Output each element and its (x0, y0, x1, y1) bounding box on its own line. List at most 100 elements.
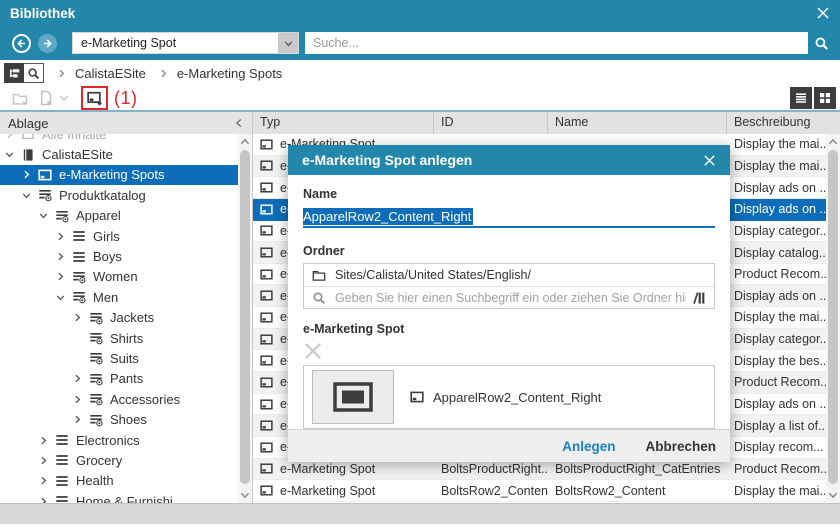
back-button[interactable] (12, 33, 31, 53)
table-row[interactable]: e-Marketing Spot BoltsRow2_Content BoltsRo… (253, 480, 826, 502)
selected-folder-row[interactable]: Sites/Calista/United States/English/ (304, 264, 714, 286)
column-header-id[interactable]: ID (434, 112, 548, 134)
grid-view-button[interactable] (814, 87, 836, 109)
tree-item-suits[interactable]: Suits (0, 348, 238, 368)
cancel-button[interactable]: Abbrechen (645, 439, 716, 454)
collapse-node-icon[interactable] (5, 150, 21, 160)
column-header-typ[interactable]: Typ (253, 112, 434, 134)
grid-view-icon (818, 91, 832, 105)
create-button[interactable]: Anlegen (562, 439, 615, 454)
tree-item-alle-inhalte[interactable]: Alle Inhalte (0, 134, 238, 144)
expand-node-icon[interactable] (73, 374, 89, 384)
tree-item-boys[interactable]: Boys (0, 246, 238, 266)
tree-item-electronics[interactable]: Electronics (0, 430, 238, 450)
content-type-select[interactable]: e-Marketing Spot (72, 32, 299, 54)
tree-item-home-furnishi[interactable]: Home & Furnishi (0, 491, 238, 503)
expand-node-icon[interactable] (39, 455, 55, 465)
forward-button[interactable] (38, 33, 57, 53)
window-title: Bibliothek (10, 5, 76, 21)
status-bar (0, 503, 840, 524)
collapse-node-icon[interactable] (22, 190, 38, 200)
scroll-up-icon[interactable] (828, 137, 838, 147)
tree-item-pants[interactable]: Pants (0, 369, 238, 389)
new-emarketing-spot-button[interactable] (81, 86, 108, 110)
expand-node-icon[interactable] (73, 415, 89, 425)
tree-item-girls[interactable]: Girls (0, 226, 238, 246)
breadcrumb-site[interactable]: CalistaESite (75, 66, 146, 81)
folder-search-input[interactable] (335, 290, 686, 305)
selected-spot-card[interactable]: ApparelRow2_Content_Right (303, 365, 715, 429)
tree-item-produktkatalog[interactable]: Produktkatalog (0, 185, 238, 205)
tree-item-shoes[interactable]: Shoes (0, 409, 238, 429)
spot-name: ApparelRow2_Content_Right (433, 389, 602, 405)
new-folder-button[interactable] (10, 88, 30, 108)
spot-icon (260, 462, 274, 475)
expand-node-icon[interactable] (39, 435, 55, 445)
expand-node-icon[interactable] (56, 231, 72, 241)
browse-folders-icon[interactable] (692, 291, 706, 305)
column-header-name[interactable]: Name (548, 112, 727, 134)
window-close-icon[interactable] (816, 6, 830, 20)
tree-item-e-marketing-spots[interactable]: e-Marketing Spots (0, 164, 238, 186)
search-input[interactable] (305, 32, 808, 54)
spot-icon (260, 484, 274, 497)
tree-item-accessories[interactable]: Accessories (0, 389, 238, 409)
tree-item-jackets[interactable]: Jackets (0, 308, 238, 328)
expand-node-icon[interactable] (5, 134, 21, 139)
catalog-icon (55, 209, 70, 223)
spot-icon (410, 390, 425, 404)
search-icon (814, 36, 829, 51)
dialog-close-icon[interactable] (703, 154, 716, 167)
tree-item-men[interactable]: Men (0, 287, 238, 307)
expand-node-icon[interactable] (56, 272, 72, 282)
sidebar-scrollbar[interactable] (238, 134, 252, 503)
scroll-down-icon[interactable] (828, 490, 838, 500)
expand-node-icon[interactable] (56, 252, 72, 262)
search-view-toggle-button[interactable] (24, 63, 44, 83)
cell-beschreibung: Display ads on ... (734, 180, 826, 195)
screen-icon (333, 382, 373, 412)
tree-item-apparel[interactable]: Apparel (0, 206, 238, 226)
expand-node-icon[interactable] (39, 476, 55, 486)
collapse-node-icon[interactable] (56, 292, 72, 302)
tree-item-label: Health (76, 473, 114, 489)
dialog-footer: Anlegen Abbrechen (288, 429, 730, 462)
tree-item-label: Pants (110, 371, 144, 387)
collapse-node-icon[interactable] (39, 211, 55, 221)
spot-icon (260, 354, 274, 367)
expand-node-icon[interactable] (73, 313, 89, 323)
tree-view-toggle-button[interactable] (4, 63, 24, 83)
remove-selection-icon[interactable] (303, 341, 323, 361)
scroll-up-icon[interactable] (240, 137, 250, 147)
table-scrollbar[interactable] (826, 134, 840, 503)
search-button[interactable] (808, 32, 834, 54)
tree-item-grocery[interactable]: Grocery (0, 450, 238, 470)
expand-node-icon[interactable] (73, 394, 89, 404)
tree-item-women[interactable]: Women (0, 267, 238, 287)
new-content-menu-chevron[interactable] (59, 93, 69, 103)
cell-beschreibung: Display ads on ... (734, 397, 826, 411)
table-scrollbar-thumb[interactable] (828, 150, 838, 484)
column-header-beschreibung[interactable]: Beschreibung (727, 112, 840, 134)
tree-item-shirts[interactable]: Shirts (0, 328, 238, 348)
tree-item-label: Suits (110, 350, 139, 366)
scroll-down-icon[interactable] (240, 490, 250, 500)
dialog-titlebar: e-Marketing Spot anlegen (288, 145, 730, 175)
list-view-button[interactable] (790, 87, 812, 109)
expand-node-icon[interactable] (39, 496, 55, 503)
new-content-button[interactable] (36, 88, 56, 108)
tree-item-calistaesite[interactable]: CalistaESite (0, 144, 238, 164)
cell-beschreibung: Display the mai... (734, 158, 826, 173)
spot-icon (260, 159, 274, 172)
expand-node-icon[interactable] (22, 170, 38, 180)
breadcrumb-folder[interactable]: e-Marketing Spots (177, 66, 283, 81)
spot-icon (260, 246, 274, 259)
tree-item-health[interactable]: Health (0, 471, 238, 491)
box-icon (21, 134, 36, 141)
cell-beschreibung: Display the mai... (734, 310, 826, 325)
sidebar-scrollbar-thumb[interactable] (240, 150, 250, 484)
name-input[interactable]: ApparelRow2_Content_Right (303, 206, 715, 228)
tree-item-label: Electronics (76, 432, 140, 448)
collapse-sidebar-icon[interactable] (234, 118, 244, 128)
